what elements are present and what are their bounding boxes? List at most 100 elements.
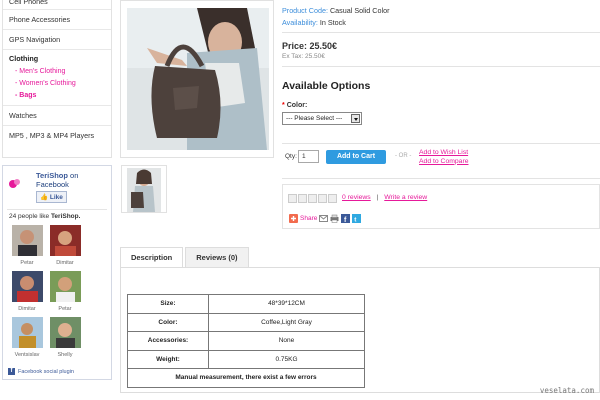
product-code-label: Product Code: <box>282 6 328 15</box>
sidebar-subitem-bags[interactable]: - Bags <box>3 90 111 102</box>
write-review-link[interactable]: Write a review <box>384 194 427 201</box>
spec-key: Weight: <box>127 349 209 369</box>
avatar <box>11 225 43 256</box>
facebook-face-name: Shelly <box>57 352 73 358</box>
product-thumbnail-photo <box>127 168 161 212</box>
facebook-page-title: TeriShop on Facebook <box>36 171 78 189</box>
facebook-social-plugin[interactable]: f Facebook social plugin <box>8 368 74 375</box>
sidebar-item-clothing[interactable]: Clothing <box>3 50 111 66</box>
availability-value: In Stock <box>319 18 346 27</box>
product-code-row: Product Code: Casual Solid Color <box>282 0 600 15</box>
facebook-like-button[interactable]: 👍 Like <box>36 191 67 203</box>
star-icon <box>328 194 337 203</box>
add-to-cart-row: Qty: 1 Add to Cart - OR - Add to Wish Li… <box>282 143 600 179</box>
avatar <box>49 317 81 348</box>
facebook-face-name: Petar <box>20 260 34 266</box>
spec-note: Manual measurement, there exist a few er… <box>127 368 365 388</box>
table-row: Size: 48*39*12CM <box>127 294 365 314</box>
facebook-page-name[interactable]: TeriShop <box>36 171 68 180</box>
facebook-face[interactable]: Shelly <box>48 317 82 358</box>
facebook-face[interactable]: Petar <box>48 271 82 312</box>
review-links-separator: | <box>376 194 379 201</box>
facebook-face-name: Dimitar <box>18 306 36 312</box>
product-thumbnail[interactable] <box>121 165 167 213</box>
spec-value: 48*39*12CM <box>208 294 365 314</box>
share-plus-icon[interactable] <box>289 214 298 223</box>
facebook-page-on: on <box>70 171 79 180</box>
print-icon[interactable] <box>330 214 339 223</box>
color-select-value: --- Please Select --- <box>286 115 343 122</box>
rating-stars <box>288 194 337 203</box>
star-icon <box>308 194 317 203</box>
facebook-like-count: 24 people like TeriShop. <box>3 210 111 223</box>
product-code-value: Casual Solid Color <box>329 6 390 15</box>
spec-key: Color: <box>127 312 209 332</box>
availability-label: Availability: <box>282 18 318 27</box>
product-price: Price: 25.50€ <box>282 41 338 51</box>
chevron-down-icon[interactable] <box>351 114 360 123</box>
divider <box>282 66 600 67</box>
star-icon <box>298 194 307 203</box>
color-select[interactable]: --- Please Select --- <box>282 112 362 125</box>
facebook-share-icon[interactable]: f <box>341 214 351 223</box>
spec-value: Coffee,Light Gray <box>208 312 365 332</box>
required-marker: * <box>282 102 285 109</box>
sidebar-item-watches[interactable]: Watches <box>3 106 111 126</box>
add-to-compare-link[interactable]: Add to Compare <box>419 158 469 167</box>
sidebar-item-mp-players[interactable]: MP5 , MP3 & MP4 Players <box>3 126 111 146</box>
facebook-icon: f <box>8 368 15 375</box>
sidebar-item-cell-phones[interactable]: Cell Phones <box>3 0 111 10</box>
facebook-face-name: Ventsislav <box>14 352 40 358</box>
tab-description[interactable]: Description <box>120 247 184 267</box>
sidebar-subitem-mens-clothing[interactable]: - Men's Clothing <box>3 66 111 78</box>
add-to-wish-list-link[interactable]: Add to Wish List <box>419 149 469 158</box>
wish-compare-links: Add to Wish List Add to Compare <box>419 149 469 166</box>
review-box: 0 reviews | Write a review Share f t <box>282 184 600 229</box>
facebook-header: TeriShop on Facebook 👍 Like <box>3 166 111 203</box>
star-icon <box>288 194 297 203</box>
or-separator: - OR - <box>395 153 412 159</box>
terishop-logo[interactable] <box>7 171 33 197</box>
share-link[interactable]: Share <box>300 215 317 222</box>
availability-row: Availability: In Stock <box>282 15 600 27</box>
product-photo <box>127 8 269 150</box>
avatar <box>11 271 43 302</box>
available-options-title: Available Options <box>282 80 371 92</box>
spec-key: Size: <box>127 294 209 314</box>
avatar <box>49 225 81 256</box>
product-ex-tax: Ex Tax: 25.50€ <box>282 53 325 60</box>
table-row: Color: Coffee,Light Gray <box>127 312 365 332</box>
color-option-label: * Color: <box>282 102 600 109</box>
category-sidebar: Cell Phones Phone Accessories GPS Naviga… <box>2 0 112 158</box>
facebook-face-name: Petar <box>58 306 72 312</box>
avatar <box>11 317 43 348</box>
product-tabs: Description Reviews (0) <box>120 247 251 267</box>
sidebar-item-gps-navigation[interactable]: GPS Navigation <box>3 30 111 50</box>
table-row: Accessories: None <box>127 331 365 351</box>
add-to-cart-button[interactable]: Add to Cart <box>326 150 386 164</box>
facebook-face[interactable]: Dimitar <box>10 271 44 312</box>
twitter-icon[interactable]: t <box>352 214 362 223</box>
avatar <box>49 271 81 302</box>
facebook-face[interactable]: Ventsislav <box>10 317 44 358</box>
sidebar-subitem-womens-clothing[interactable]: - Women's Clothing <box>3 78 111 90</box>
facebook-plugin-label: Facebook social plugin <box>18 368 74 375</box>
reviews-count-link[interactable]: 0 reviews <box>342 194 371 201</box>
facebook-like-label: Like <box>49 194 63 201</box>
facebook-face-name: Dimitar <box>56 260 74 266</box>
star-icon <box>318 194 327 203</box>
facebook-face[interactable]: Petar <box>10 225 44 266</box>
watermark: veselata.com <box>539 386 594 395</box>
facebook-face[interactable]: Dimitar <box>48 225 82 266</box>
quantity-label: Qty: <box>285 153 297 160</box>
color-label-text: Color: <box>286 102 308 109</box>
quantity-input[interactable]: 1 <box>298 150 319 163</box>
facebook-page-platform: Facebook <box>36 180 69 189</box>
spec-value: 0.75KG <box>208 349 365 369</box>
tab-reviews[interactable]: Reviews (0) <box>185 247 249 267</box>
product-main-image[interactable] <box>120 0 274 158</box>
email-icon[interactable] <box>319 214 329 223</box>
share-toolbar: Share f t <box>289 214 362 223</box>
sidebar-item-phone-accessories[interactable]: Phone Accessories <box>3 10 111 30</box>
thumbs-up-icon: 👍 <box>40 194 49 201</box>
